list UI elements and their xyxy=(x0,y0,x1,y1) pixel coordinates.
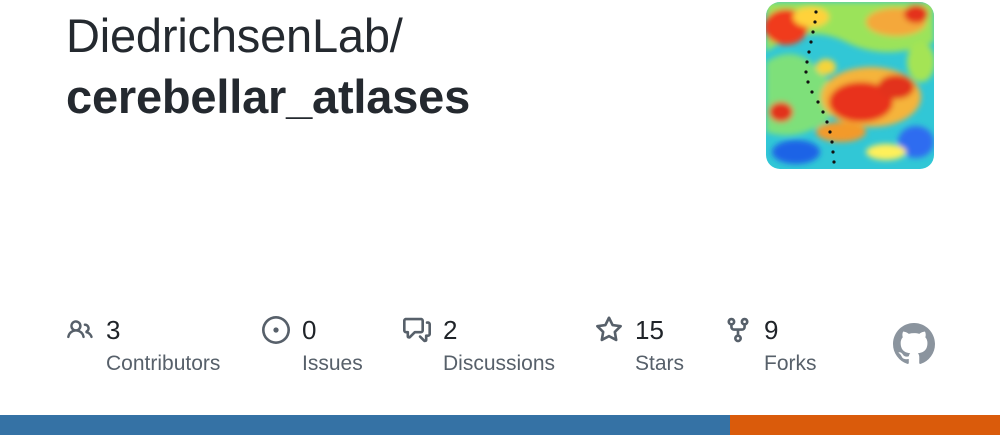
issues-label: Issues xyxy=(302,352,363,375)
forks-label: Forks xyxy=(764,352,817,375)
star-icon xyxy=(595,316,623,344)
issues-stat[interactable]: 0 Issues xyxy=(262,314,363,376)
forks-count: 9 xyxy=(764,314,779,345)
stars-stat[interactable]: 15 Stars xyxy=(595,314,684,376)
repo-preview-image xyxy=(766,2,934,169)
repo-name[interactable]: cerebellar_atlases xyxy=(66,69,470,124)
contributors-count: 3 xyxy=(106,314,121,345)
language-bar-segment xyxy=(0,415,730,435)
contributors-label: Contributors xyxy=(106,352,221,375)
people-icon xyxy=(66,316,94,344)
github-mark-icon[interactable] xyxy=(893,323,935,365)
discussions-label: Discussions xyxy=(443,352,556,375)
stars-count: 15 xyxy=(635,314,664,345)
language-bar-segment xyxy=(730,415,1000,435)
discussions-count: 2 xyxy=(443,314,458,345)
language-bar xyxy=(0,415,1000,435)
repo-owner[interactable]: DiedrichsenLab/ xyxy=(66,8,403,63)
stars-label: Stars xyxy=(635,352,685,375)
discussions-stat[interactable]: 2 Discussions xyxy=(403,314,555,376)
issues-count: 0 xyxy=(302,314,317,345)
issue-opened-icon xyxy=(262,316,290,344)
contributors-stat[interactable]: 3 Contributors xyxy=(66,314,220,376)
forks-stat[interactable]: 9 Forks xyxy=(724,314,817,376)
discussions-icon xyxy=(403,316,431,344)
fork-icon xyxy=(724,316,752,344)
